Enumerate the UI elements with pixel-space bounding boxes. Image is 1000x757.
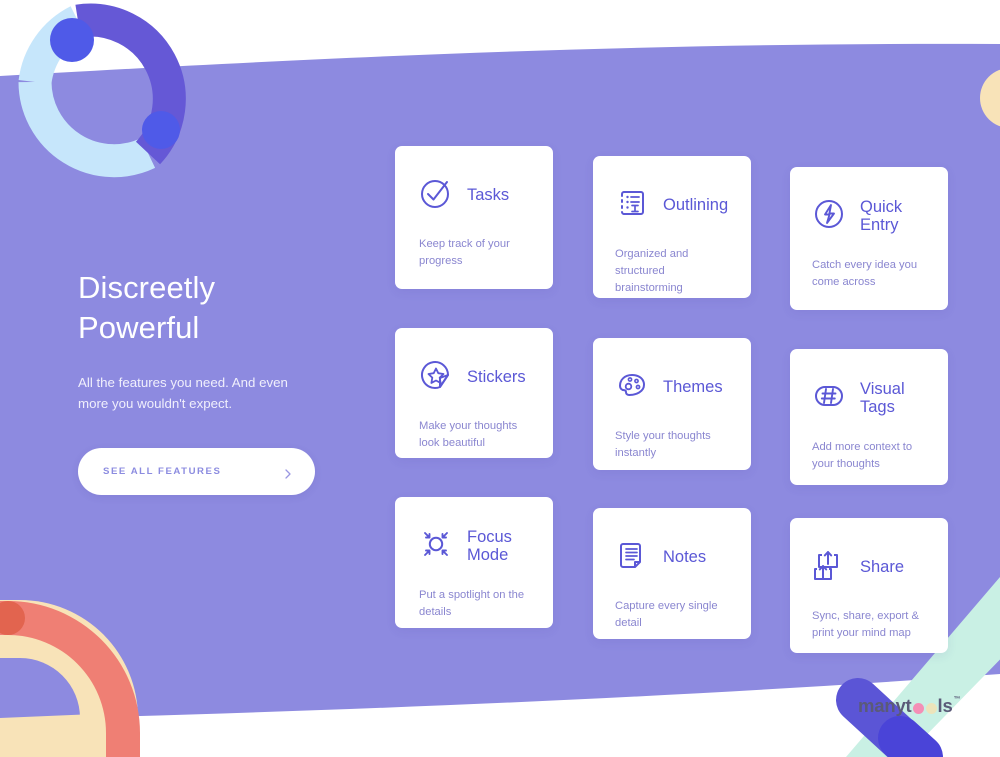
card-title-line1: Outlining	[663, 195, 729, 214]
note-document-icon	[615, 538, 649, 577]
card-title: Outlining	[663, 195, 729, 214]
feature-card-notes[interactable]: Notes Capture every single detail	[593, 508, 751, 639]
card-description: Sync, share, export & print your mind ma…	[812, 610, 919, 640]
manytools-logo[interactable]: many t ls ™	[858, 695, 961, 717]
card-header: Tasks	[395, 146, 553, 215]
page-root: Discreetly Powerful All the features you…	[0, 0, 1000, 757]
feature-card-tasks[interactable]: Tasks Keep track of your progress	[395, 146, 553, 289]
focus-arrows-icon	[419, 527, 453, 566]
card-title-line1: Notes	[663, 547, 707, 566]
card-description: Put a spotlight on the details	[419, 589, 525, 619]
card-title: Tasks	[467, 185, 510, 204]
card-title-line1: Focus	[467, 528, 512, 547]
card-title-line1: Visual	[860, 380, 905, 399]
card-title: Notes	[663, 547, 707, 566]
card-title-line1: Themes	[663, 377, 723, 396]
feature-card-outlining[interactable]: Outlining Organized and structured brain…	[593, 156, 751, 298]
feature-cards-grid: Tasks Keep track of your progress Outlin…	[0, 0, 1000, 757]
feature-card-stickers[interactable]: Stickers Make your thoughts look beautif…	[395, 328, 553, 458]
hashtag-pill-icon	[812, 379, 846, 418]
feature-card-quick-entry[interactable]: Quick Entry Catch every idea you come ac…	[790, 167, 948, 310]
check-circle-icon	[419, 176, 453, 215]
card-header: Focus Mode	[395, 497, 553, 566]
card-description: Keep track of your progress	[419, 238, 510, 268]
card-description: Style your thoughts instantly	[615, 430, 711, 460]
card-title-line2: Mode	[467, 545, 509, 564]
card-title: Share	[860, 557, 905, 576]
feature-card-themes[interactable]: Themes Style your thoughts instantly	[593, 338, 751, 470]
card-title: Focus Mode	[467, 528, 512, 564]
card-title: Visual Tags	[860, 380, 905, 416]
card-title: Quick Entry	[860, 198, 903, 234]
card-title-line1: Share	[860, 557, 905, 576]
logo-dot-pink-icon	[912, 702, 924, 714]
logo-dot-cream-icon	[925, 702, 937, 714]
card-title-line2: Entry	[860, 215, 899, 234]
card-title-line1: Stickers	[467, 367, 526, 386]
card-description: Make your thoughts look beautiful	[419, 420, 518, 450]
card-title-line1: Tasks	[467, 185, 510, 204]
star-sticker-icon	[419, 358, 453, 397]
card-header: Outlining	[593, 156, 751, 225]
feature-card-visual-tags[interactable]: Visual Tags Add more context to your tho…	[790, 349, 948, 485]
card-header: Visual Tags	[790, 349, 948, 418]
logo-trademark: ™	[953, 695, 961, 703]
card-header: Share	[790, 518, 948, 587]
card-description: Capture every single detail	[615, 600, 718, 630]
card-description: Catch every idea you come across	[812, 259, 918, 289]
document-outline-icon	[615, 186, 649, 225]
card-header: Themes	[593, 338, 751, 407]
logo-text-part3: ls	[937, 695, 953, 716]
feature-card-focus-mode[interactable]: Focus Mode Put a spotlight on the detail…	[395, 497, 553, 628]
card-header: Quick Entry	[790, 167, 948, 236]
card-title-line2: Tags	[860, 397, 895, 416]
card-title: Stickers	[467, 367, 526, 386]
feature-card-share[interactable]: Share Sync, share, export & print your m…	[790, 518, 948, 653]
share-upload-icon	[812, 548, 846, 587]
card-header: Notes	[593, 508, 751, 577]
card-description: Add more context to your thoughts	[812, 441, 913, 471]
lightning-circle-icon	[812, 197, 846, 236]
palette-icon	[615, 368, 649, 407]
logo-text-part2: t	[905, 695, 912, 716]
card-title: Themes	[663, 377, 723, 396]
card-title-line1: Quick	[860, 198, 903, 217]
logo-text-part1: many	[858, 695, 906, 716]
card-description: Organized and structured brainstorming	[615, 248, 689, 295]
card-header: Stickers	[395, 328, 553, 397]
